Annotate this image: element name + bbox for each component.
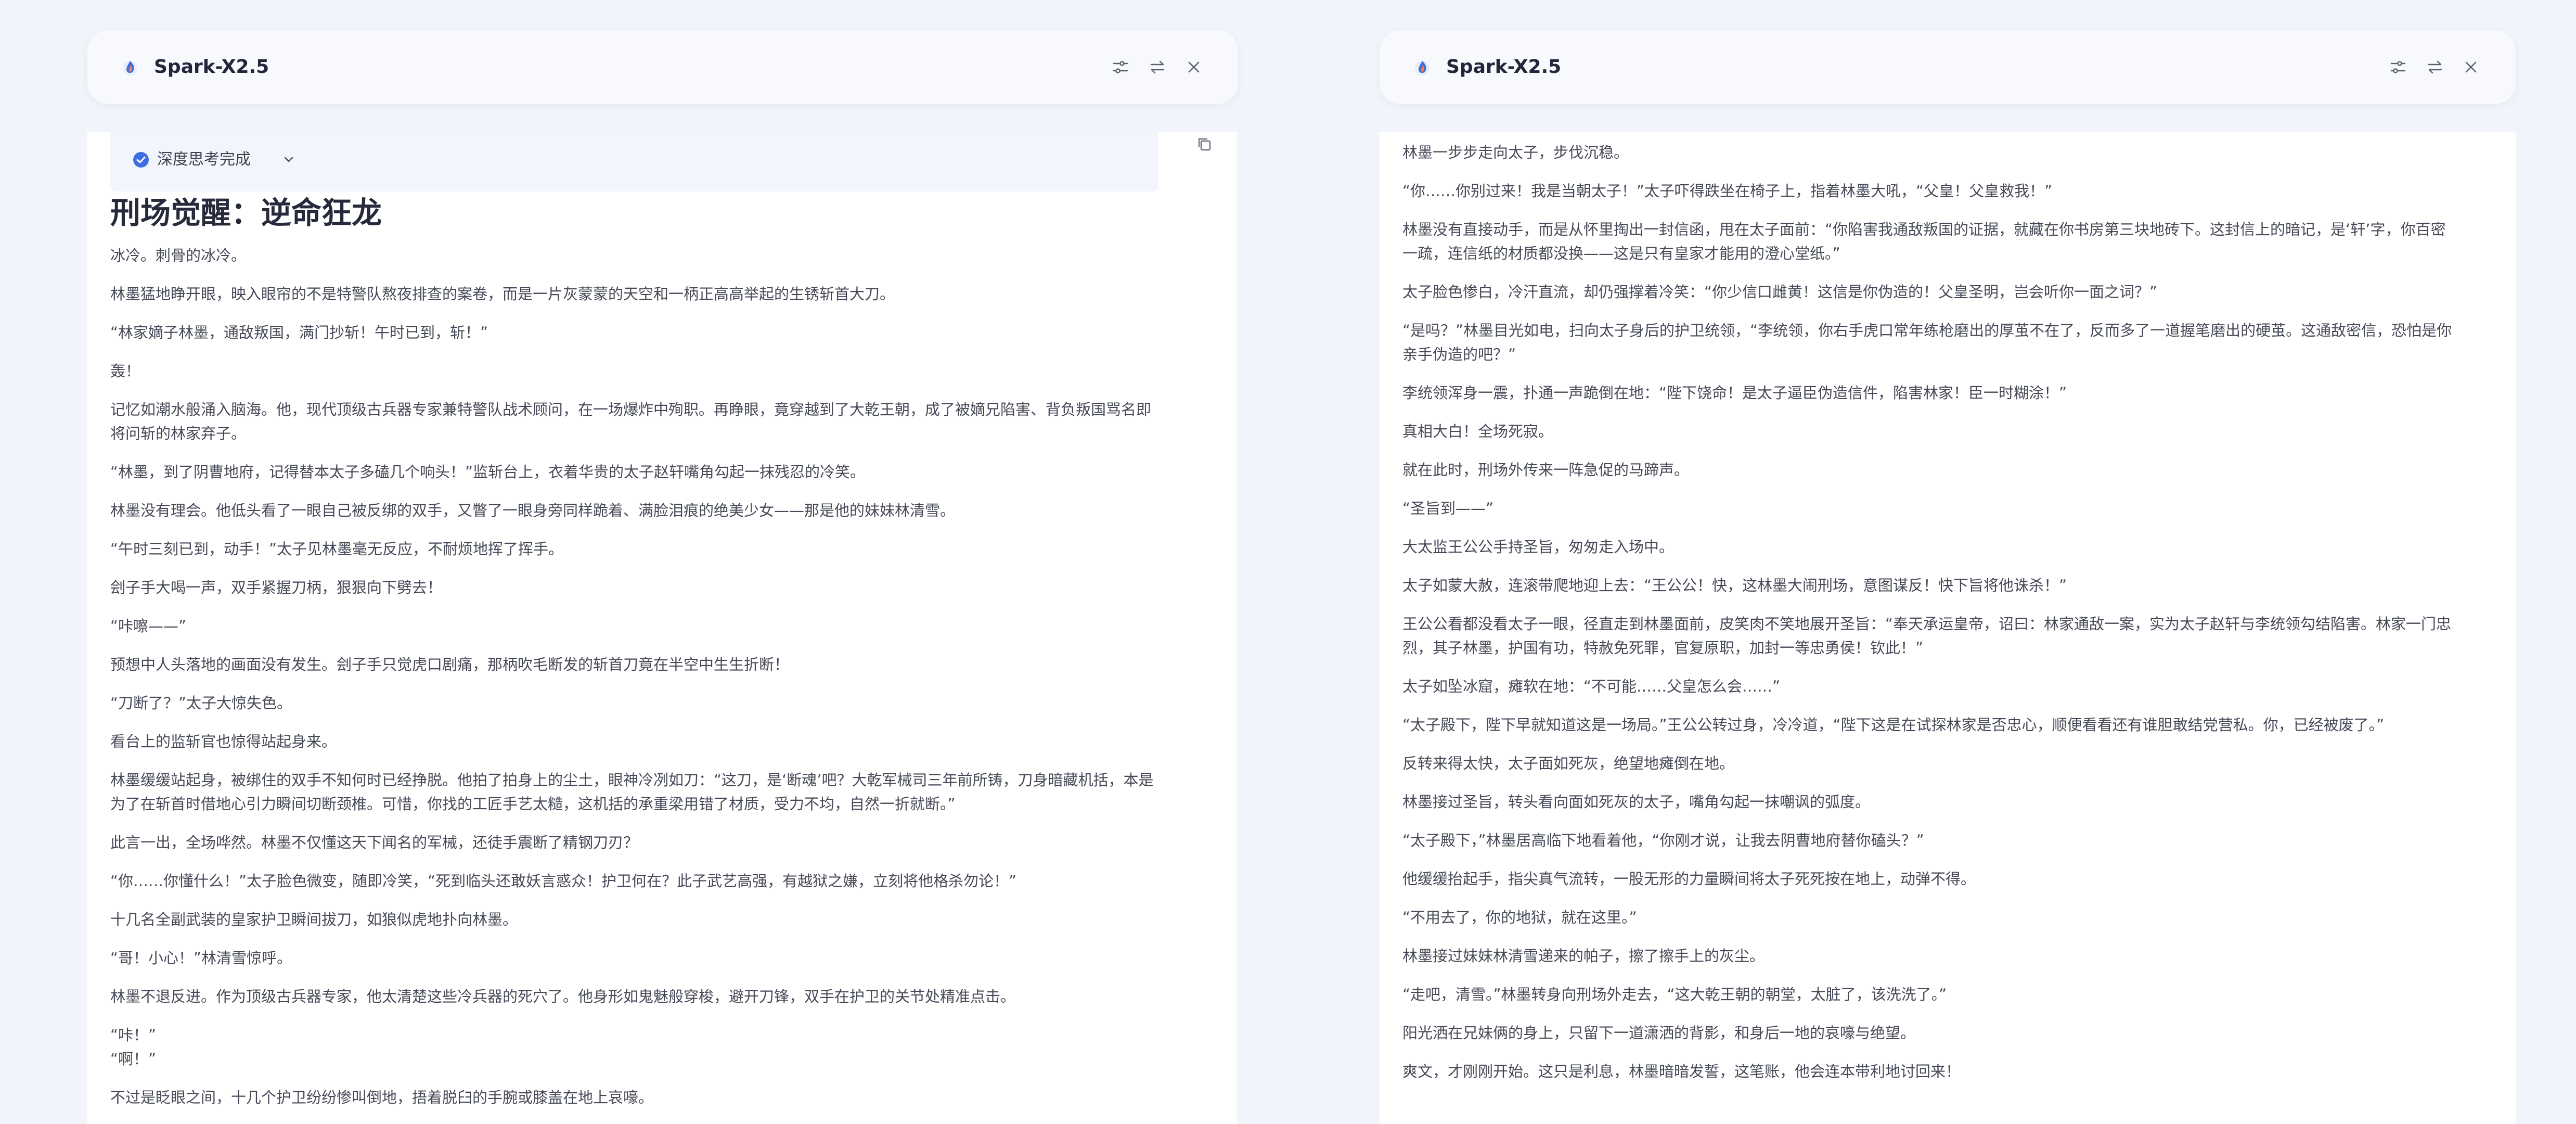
swap-button[interactable] (2423, 55, 2447, 79)
sliders-icon (1113, 61, 1128, 73)
story-paragraph: “你……你别过来！我是当朝太子！”太子吓得跌坐在椅子上，指着林墨大吼，“父皇！父… (1402, 182, 2053, 200)
story-paragraph: “是吗？”林墨目光如电，扫向太子身后的护卫统领，“李统领，你右手虎口常年练枪磨出… (1402, 322, 2452, 363)
story-paragraph: 太子如蒙大赦，连滚带爬地迎上去：“王公公！快，这林墨大闹刑场，意图谋反！快下旨将… (1402, 577, 2067, 594)
app-title: Spark-X2.5 (1446, 56, 1562, 78)
story-paragraph: 轰！ (110, 362, 141, 380)
story-paragraph: “太子殿下，陛下早就知道这是一场局。”王公公转过身，冷冷道，“陛下这是在试探林家… (1402, 716, 2385, 734)
story-paragraph: 阳光洒在兄妹俩的身上，只留下一道潇洒的背影，和身后一地的哀嚎与绝望。 (1402, 1024, 1916, 1042)
story-paragraph: “你……你懂什么！”太子脸色微变，随即冷笑，“死到临头还敢妖言惑众！护卫何在？此… (110, 872, 1017, 890)
swap-button[interactable] (1145, 55, 1169, 79)
story-paragraph: 不过是眨眼之间，十几个护卫纷纷惨叫倒地，捂着脱臼的手腕或膝盖在地上哀嚎。 (110, 1089, 654, 1106)
close-button[interactable] (2459, 55, 2483, 79)
story-title: 刑场觉醒：逆命狂龙 (110, 195, 382, 231)
story-paragraph: 反转来得太快，太子面如死灰，绝望地瘫倒在地。 (1402, 755, 1735, 772)
thinking-status-label: 深度思考完成 (157, 150, 251, 169)
settings-button[interactable] (2386, 55, 2410, 79)
story-paragraph: 预想中人头落地的画面没有发生。刽子手只觉虎口剧痛，那柄吹毛断发的斩首刀竟在半空中… (110, 656, 790, 673)
story-paragraph: 林墨缓缓站起身，被绑住的双手不知何时已经挣脱。他拍了拍身上的尘土，眼神冷冽如刀：… (110, 771, 1154, 813)
right-response-panel[interactable]: 林墨一步步走向太子，步伐沉稳。 “你……你别过来！我是当朝太子！”太子吓得跌坐在椅… (1380, 132, 2516, 1124)
story-paragraph: 林墨不退反进。作为顶级古兵器专家，他太清楚这些冷兵器的死穴了。他身形如鬼魅般穿梭… (110, 988, 1016, 1005)
story-paragraph: “刀断了？”太子大惊失色。 (110, 694, 292, 712)
app-title: Spark-X2.5 (154, 56, 269, 78)
story-paragraph: 就在此时，刑场外传来一阵急促的马蹄声。 (1402, 461, 1690, 479)
left-response-panel[interactable]: 深度思考完成 刑场觉醒：逆命狂龙 冰冷。刺骨的冰冷。林墨猛地睁开眼，映入眼帘的不… (87, 132, 1237, 1124)
story-paragraph: 王公公看都没看太子一眼，径直走到林墨面前，皮笑肉不笑地展开圣旨：“奉天承运皇帝，… (1402, 615, 2452, 657)
story-paragraph: 记忆如潮水般涌入脑海。他，现代顶级古兵器专家兼特警队战术顾问，在一场爆炸中殉职。… (110, 401, 1152, 442)
story-paragraph: 十几名全副武装的皇家护卫瞬间拔刀，如狼似虎地扑向林墨。 (110, 911, 518, 928)
story-paragraph: “林家嫡子林墨，通敌叛国，满门抄斩！午时已到，斩！” (110, 324, 488, 341)
story-body: 冰冷。刺骨的冰冷。林墨猛地睁开眼，映入眼帘的不是特警队熬夜排查的案卷，而是一片灰… (110, 244, 1157, 1124)
flame-logo-icon (123, 61, 137, 75)
story-paragraph: 林墨一步步走向太子，步伐沉稳。 (1402, 144, 1629, 161)
story-paragraph: “林墨，到了阴曹地府，记得替本太子多磕几个响头！”监斩台上，衣着华贵的太子赵轩嘴… (110, 463, 866, 481)
swap-arrows-icon (1150, 60, 1165, 74)
story-paragraph: “不用去了，你的地狱，就在这里。” (1402, 909, 1637, 926)
story-paragraph: “哥！小心！”林清雪惊呼。 (110, 949, 292, 967)
flame-logo-icon (1415, 61, 1429, 75)
check-circle-icon (133, 152, 149, 168)
story-paragraph: 冰冷。刺骨的冰冷。 (110, 247, 247, 264)
story-paragraph: “咔！” “啊！” (110, 1026, 157, 1068)
story-paragraph: 太子脸色惨白，冷汗直流，却仍强撑着冷笑：“你少信口雌黄！这信是你伪造的！父皇圣明… (1402, 283, 2158, 301)
settings-button[interactable] (1109, 55, 1132, 79)
story-paragraph: 李统领浑身一震，扑通一声跪倒在地：“陛下饶命！是太子逼臣伪造信件，陷害林家！臣一… (1402, 384, 2067, 402)
story-paragraph: 他缓缓抬起手，指尖真气流转，一股无形的力量瞬间将太子死死按在地上，动弹不得。 (1402, 870, 1976, 888)
story-paragraph: 林墨接过妹妹林清雪递来的帕子，擦了擦手上的灰尘。 (1402, 947, 1765, 965)
close-icon (2465, 61, 2477, 73)
story-paragraph: 大太监王公公手持圣旨，匆匆走入场中。 (1402, 538, 1675, 556)
story-paragraph: 林墨没有直接动手，而是从怀里掏出一封信函，甩在太子面前：“你陷害我通敌叛国的证据… (1402, 221, 2446, 262)
story-paragraph: “午时三刻已到，动手！”太子见林墨毫无反应，不耐烦地挥了挥手。 (110, 540, 564, 558)
story-paragraph: 林墨猛地睁开眼，映入眼帘的不是特警队熬夜排查的案卷，而是一片灰蒙蒙的天空和一柄正… (110, 285, 895, 303)
story-paragraph: 爽文，才刚刚开始。这只是利息，林墨暗暗发誓，这笔账，他会连本带利地讨回来！ (1402, 1063, 1961, 1080)
close-button[interactable] (1182, 55, 1206, 79)
story-paragraph: 刽子手大喝一声，双手紧握刀柄，狠狠向下劈去！ (110, 579, 443, 596)
story-paragraph: “圣旨到——” (1402, 500, 1494, 517)
right-chat-header: Spark-X2.5 (1380, 30, 2516, 104)
story-paragraph: “太子殿下，”林墨居高临下地看着他，“你刚才说，让我去阴曹地府替你磕头？” (1402, 832, 1924, 849)
left-chat-header: Spark-X2.5 (87, 30, 1238, 104)
story-body: 林墨一步步走向太子，步伐沉稳。 “你……你别过来！我是当朝太子！”太子吓得跌坐在椅… (1402, 140, 2458, 1098)
story-paragraph: 林墨接过圣旨，转头看向面如死灰的太子，嘴角勾起一抹嘲讽的弧度。 (1402, 793, 1871, 811)
story-paragraph: 林墨没有理会。他低头看了一眼自己被反绑的双手，又瞥了一眼身旁同样跪着、满脸泪痕的… (110, 502, 956, 519)
story-paragraph: 看台上的监斩官也惊得站起身来。 (110, 733, 337, 750)
chevron-down-icon (284, 157, 293, 162)
story-paragraph: “咔嚓——” (110, 617, 187, 635)
copy-icon[interactable] (1195, 135, 1213, 153)
story-paragraph: 此言一出，全场哗然。林墨不仅懂这天下闻名的军械，还徒手震断了精钢刀刃？ (110, 834, 639, 851)
thinking-toggle[interactable]: 深度思考完成 (110, 132, 1158, 191)
swap-arrows-icon (2428, 60, 2442, 74)
story-paragraph: 太子如坠冰窟，瘫软在地：“不可能……父皇怎么会……” (1402, 678, 1781, 695)
sliders-icon (2390, 61, 2406, 73)
story-paragraph: “走吧，清雪。”林墨转身向刑场外走去，“这大乾王朝的朝堂，太脏了，该洗洗了。” (1402, 986, 1947, 1003)
story-paragraph: 真相大白！全场死寂。 (1402, 423, 1554, 440)
close-icon (1188, 61, 1200, 73)
